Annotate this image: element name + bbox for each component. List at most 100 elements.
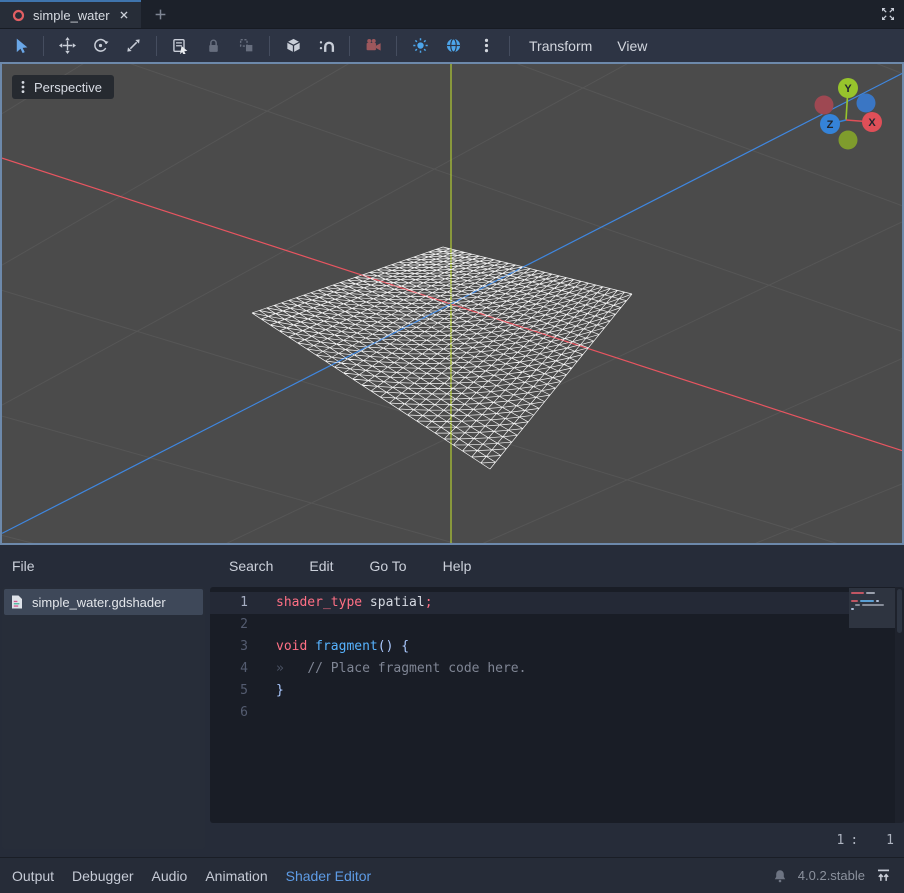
tab-close-icon[interactable] <box>117 8 131 22</box>
line-number: 5 <box>210 680 262 702</box>
editor-scrollbar[interactable] <box>895 587 904 823</box>
notification-bell-icon[interactable] <box>772 868 788 884</box>
editor-menu-edit[interactable]: Edit <box>299 558 343 574</box>
code-line-4[interactable]: 4» // Place fragment code here. <box>210 658 904 680</box>
code-lines: 1shader_type spatial;23 void fragment() {… <box>210 592 904 724</box>
preview-environment-button[interactable] <box>443 34 463 58</box>
line-text: » // Place fragment code here. <box>276 658 526 680</box>
water-plane-wireframe <box>252 247 632 469</box>
scene-svg <box>2 64 902 543</box>
code-minimap[interactable] <box>849 588 895 628</box>
bottom-tab-animation[interactable]: Animation <box>205 868 267 884</box>
code-line-2[interactable]: 2 <box>210 614 904 636</box>
shader-editor-menubar: Search Edit Go To Help <box>210 545 904 587</box>
editor-menu-search[interactable]: Search <box>219 558 283 574</box>
toolbar-separator <box>349 36 350 56</box>
new-scene-tab-button[interactable] <box>141 0 180 28</box>
toolbar-separator <box>269 36 270 56</box>
scene-icon <box>11 8 26 23</box>
toolbar-separator <box>43 36 44 56</box>
toolbar-separator <box>509 36 510 56</box>
shader-file-list[interactable]: simple_water.gdshader <box>2 587 205 849</box>
code-line-3[interactable]: 3 void fragment() { <box>210 636 904 658</box>
line-number: 3 <box>210 636 262 658</box>
transform-menu[interactable]: Transform <box>523 38 598 54</box>
group-selected-button[interactable] <box>236 34 256 58</box>
view-menu[interactable]: View <box>611 38 653 54</box>
version-label: 4.0.2.stable <box>798 868 865 883</box>
x-axis-label: X <box>868 117 876 129</box>
bottom-tab-shader-editor[interactable]: Shader Editor <box>286 868 372 884</box>
preview-sun-button[interactable] <box>410 34 430 58</box>
bottom-tab-debugger[interactable]: Debugger <box>72 868 134 884</box>
shader-code-column: SearchEditGo ToHelp 1shader_type spatial… <box>210 545 904 857</box>
bottom-tab-audio[interactable]: Audio <box>152 868 188 884</box>
minimap-mark <box>855 604 860 606</box>
neg-y-axis-ball[interactable] <box>839 131 858 150</box>
rotate-icon <box>92 37 109 54</box>
editor-menu-help[interactable]: Help <box>433 558 482 574</box>
plus-icon <box>153 7 168 22</box>
shader-file-column: File simple_water.gdshader <box>0 545 210 857</box>
neg-z-axis-ball[interactable] <box>857 94 876 113</box>
local-space-button[interactable] <box>283 34 303 58</box>
camera-icon <box>365 37 382 54</box>
snap-magnet-icon <box>318 37 335 54</box>
list-select-button[interactable] <box>170 34 190 58</box>
rotate-tool-button[interactable] <box>90 34 110 58</box>
viewport-3d[interactable]: Perspective Y X Z <box>0 62 904 545</box>
file-menu[interactable]: File <box>0 558 45 574</box>
minimap-mark <box>851 600 858 602</box>
select-tool-button[interactable] <box>10 34 30 58</box>
cursor-line: 1 <box>837 833 845 848</box>
code-editor[interactable]: 1shader_type spatial;23 void fragment() {… <box>210 587 904 823</box>
globe-icon <box>445 37 462 54</box>
select-arrow-icon <box>12 37 29 54</box>
cube-icon <box>285 37 302 54</box>
toolbar-separator <box>396 36 397 56</box>
axis-gizmo[interactable]: Y X Z <box>795 71 895 166</box>
cursor-separator: : <box>850 833 858 848</box>
move-tool-button[interactable] <box>57 34 77 58</box>
minimap-mark <box>876 600 879 602</box>
bottom-panel-tabs: Output Debugger Audio Animation Shader Edito… <box>12 868 371 884</box>
sun-environment-menu-button[interactable] <box>476 34 496 58</box>
cursor-position: 1 : 1 <box>210 823 904 857</box>
line-number: 6 <box>210 702 262 724</box>
minimap-mark <box>860 600 874 602</box>
toolbar-separator <box>156 36 157 56</box>
vertical-dots-icon <box>478 37 495 54</box>
z-axis-label: Z <box>827 119 834 131</box>
line-text: void fragment() { <box>276 636 409 658</box>
camera-preview-button[interactable] <box>363 34 383 58</box>
move-icon <box>59 37 76 54</box>
y-axis-label: Y <box>844 83 852 95</box>
fullscreen-icon <box>880 6 896 22</box>
minimap-mark <box>851 608 854 610</box>
minimap-mark <box>851 592 864 594</box>
code-line-5[interactable]: 5} <box>210 680 904 702</box>
scale-tool-button[interactable] <box>123 34 143 58</box>
spatial-toolbar: Transform View <box>0 29 904 62</box>
sun-icon <box>412 37 429 54</box>
editor-menu-go-to[interactable]: Go To <box>359 558 416 574</box>
distraction-free-mode-button[interactable] <box>872 0 904 28</box>
shader-file-item[interactable]: simple_water.gdshader <box>4 589 203 615</box>
editor-scrollbar-thumb[interactable] <box>897 589 902 633</box>
code-line-1[interactable]: 1shader_type spatial; <box>210 592 904 614</box>
cursor-column: 1 <box>886 833 894 848</box>
snap-toggle-button[interactable] <box>316 34 336 58</box>
bottom-status-bar: Output Debugger Audio Animation Shader Edito… <box>0 857 904 893</box>
shader-editor-panel: File simple_water.gdshader Search Edit Go … <box>0 545 904 857</box>
expand-bottom-panel-icon[interactable] <box>875 867 892 884</box>
scene-tab-simple-water[interactable]: simple_water <box>0 0 141 28</box>
line-text: shader_type spatial; <box>276 592 433 614</box>
perspective-menu[interactable]: Perspective <box>12 75 114 99</box>
perspective-label: Perspective <box>34 80 102 95</box>
lock-icon <box>205 37 222 54</box>
lock-selected-button[interactable] <box>203 34 223 58</box>
shader-file-icon <box>9 594 25 610</box>
neg-x-axis-ball[interactable] <box>815 96 834 115</box>
bottom-tab-output[interactable]: Output <box>12 868 54 884</box>
code-line-6[interactable]: 6 <box>210 702 904 724</box>
